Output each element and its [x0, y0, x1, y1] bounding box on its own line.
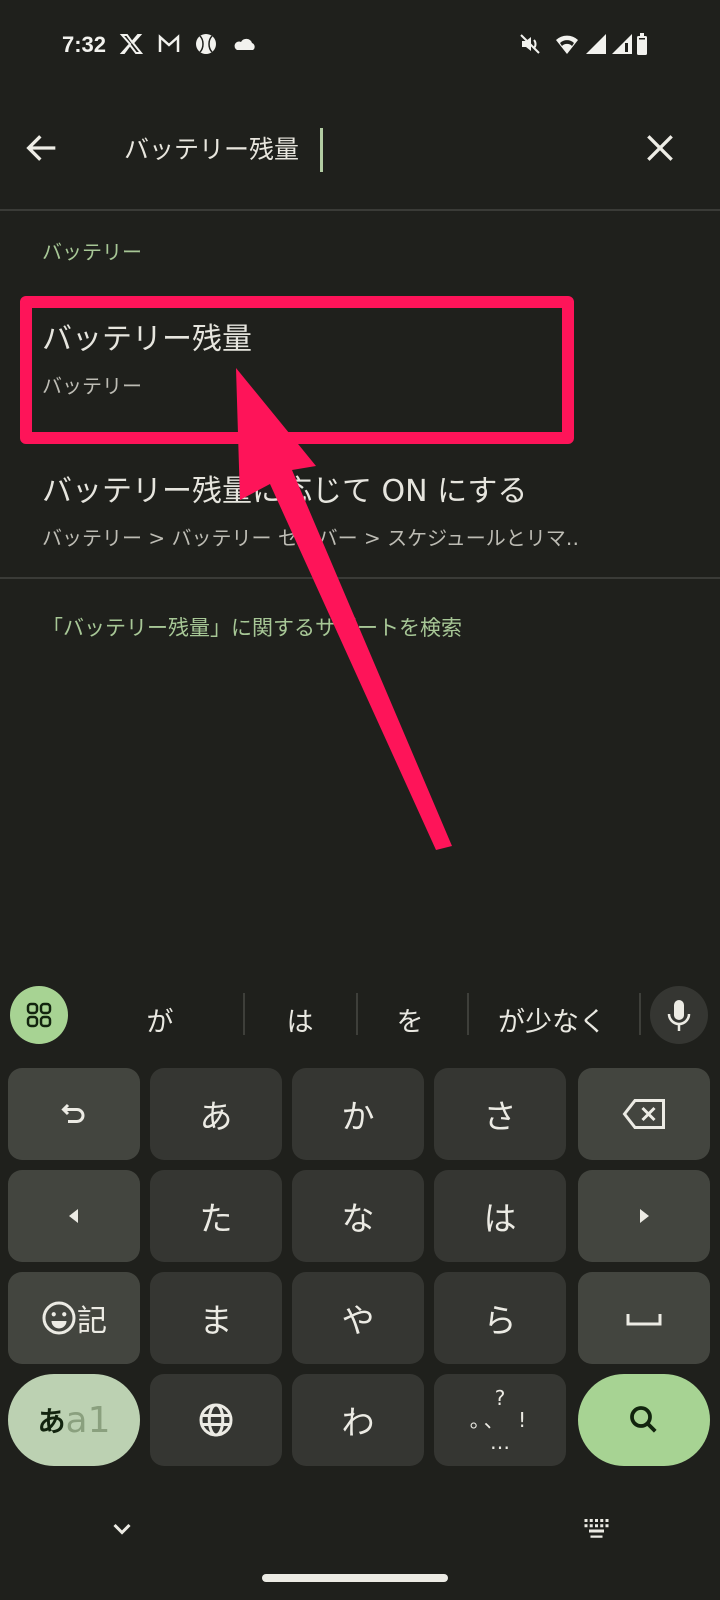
punct-ellipsis: … — [490, 1430, 510, 1454]
suggestion[interactable]: は — [250, 1000, 350, 1039]
punct-marks: 。、 ! — [469, 1408, 531, 1432]
punctuation-key[interactable]: ? 。、 ! … — [434, 1374, 566, 1466]
space-key[interactable] — [578, 1272, 710, 1364]
key-ya[interactable]: や — [292, 1272, 424, 1364]
suggestion-separator — [467, 993, 469, 1035]
undo-icon — [61, 1103, 85, 1123]
suggestion[interactable]: が少なく — [472, 1000, 632, 1039]
key-a[interactable]: あ — [150, 1068, 282, 1160]
space-icon — [626, 1314, 662, 1326]
key-ma[interactable]: ま — [150, 1272, 282, 1364]
apps-grid-icon — [26, 1002, 52, 1028]
input-mode-key[interactable]: あ a1 — [8, 1374, 140, 1466]
punct-exclaim: ! — [518, 1408, 531, 1432]
emoji-symbol-key[interactable]: 記 — [8, 1272, 140, 1364]
suggestion[interactable]: が — [100, 1000, 220, 1039]
key-na[interactable]: な — [292, 1170, 424, 1262]
key-ha[interactable]: は — [434, 1170, 566, 1262]
suggestion-separator — [356, 993, 358, 1035]
suggestion-separator — [243, 993, 245, 1035]
key-wa[interactable]: わ — [292, 1374, 424, 1466]
switch-keyboard-button[interactable] — [580, 1510, 616, 1546]
search-icon — [630, 1406, 657, 1433]
search-key[interactable] — [578, 1374, 710, 1466]
keyboard-icon — [584, 1519, 609, 1538]
keyboard-menu-button[interactable] — [10, 986, 68, 1044]
kana-label: あ — [37, 1405, 66, 1438]
alpha-label: a1 — [65, 1399, 111, 1441]
hide-keyboard-button[interactable] — [104, 1510, 140, 1546]
key-ka[interactable]: か — [292, 1068, 424, 1160]
key-sa[interactable]: さ — [434, 1068, 566, 1160]
undo-key[interactable] — [8, 1068, 140, 1160]
punct-question: ? — [494, 1386, 506, 1410]
microphone-icon — [667, 1000, 691, 1031]
suggestion-separator — [639, 993, 641, 1035]
cursor-left-key[interactable] — [8, 1170, 140, 1262]
smiley-icon — [42, 1301, 76, 1335]
chevron-down-icon — [113, 1523, 131, 1535]
language-key[interactable] — [150, 1374, 282, 1466]
backspace-icon — [622, 1099, 665, 1129]
annotation-arrow — [236, 368, 452, 850]
home-gesture-bar[interactable] — [262, 1574, 448, 1582]
cursor-right-key[interactable] — [578, 1170, 710, 1262]
suggestion[interactable]: を — [360, 1000, 460, 1039]
globe-icon — [199, 1403, 233, 1437]
triangle-left-icon — [69, 1209, 78, 1223]
triangle-right-icon — [640, 1209, 649, 1223]
key-ta[interactable]: た — [150, 1170, 282, 1262]
backspace-key[interactable] — [578, 1068, 710, 1160]
symbol-label: 記 — [77, 1304, 107, 1339]
voice-input-button[interactable] — [650, 986, 708, 1044]
key-ra[interactable]: ら — [434, 1272, 566, 1364]
